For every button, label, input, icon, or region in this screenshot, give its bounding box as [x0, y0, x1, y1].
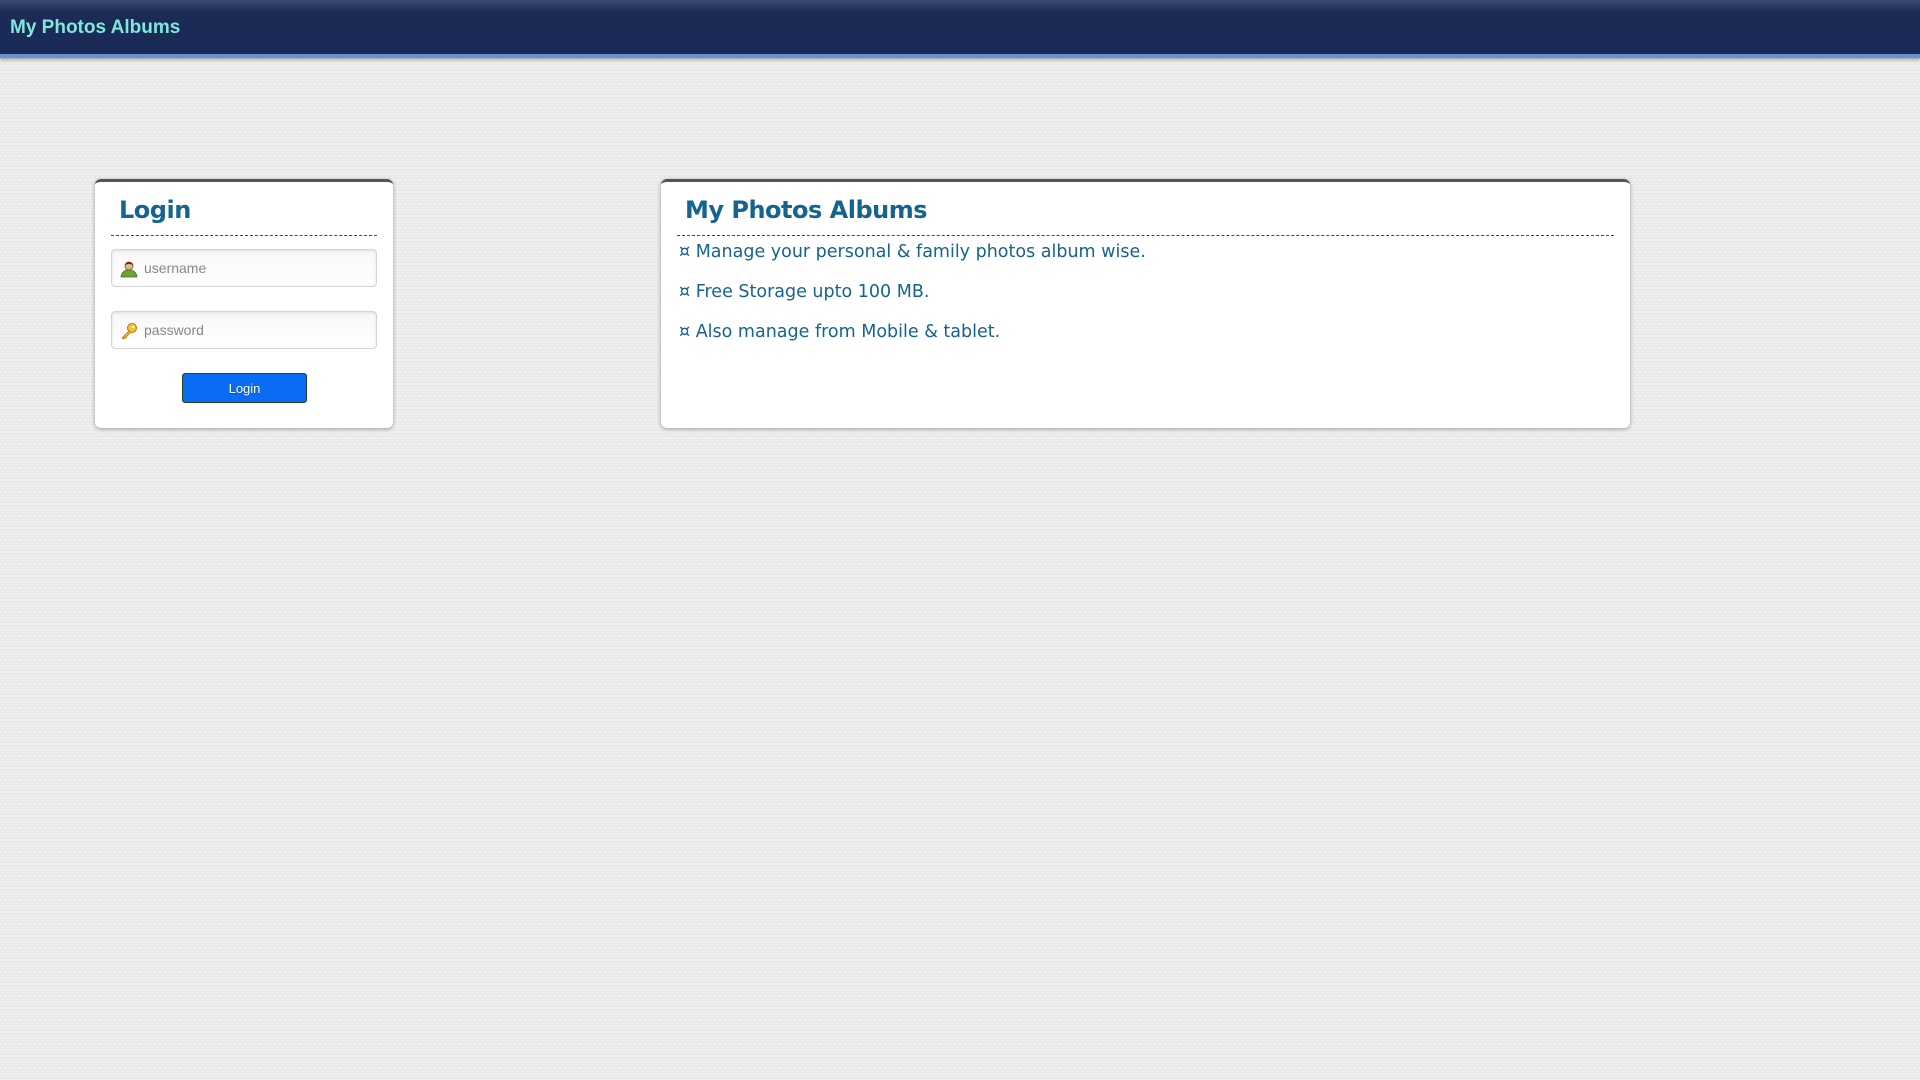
- password-field-wrapper: [111, 311, 377, 349]
- site-title[interactable]: My Photos Albums: [10, 17, 180, 39]
- feature-item: ¤ Free Storage upto 100 MB.: [679, 282, 930, 302]
- username-input[interactable]: [144, 250, 369, 286]
- key-icon: [121, 323, 137, 340]
- feature-list: ¤ Manage your personal & family photos a…: [679, 242, 1146, 362]
- info-heading: My Photos Albums: [685, 196, 928, 224]
- login-panel: Login Login: [95, 179, 393, 428]
- login-heading: Login: [119, 196, 191, 224]
- login-button[interactable]: Login: [182, 373, 307, 403]
- user-icon: [120, 261, 138, 278]
- info-panel: My Photos Albums ¤ Manage your personal …: [661, 179, 1630, 428]
- top-header: My Photos Albums: [0, 0, 1920, 58]
- feature-item: ¤ Also manage from Mobile & tablet.: [679, 322, 1001, 342]
- divider: [111, 235, 377, 236]
- divider: [677, 235, 1614, 236]
- feature-item: ¤ Manage your personal & family photos a…: [679, 242, 1146, 262]
- username-field-wrapper: [111, 249, 377, 287]
- password-input[interactable]: [144, 312, 369, 348]
